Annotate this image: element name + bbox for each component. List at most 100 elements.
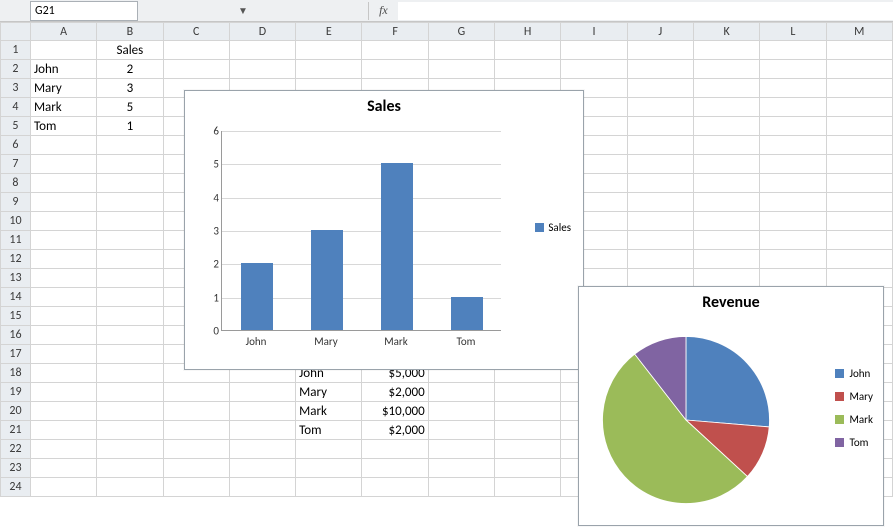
cell-J8[interactable]	[627, 174, 693, 193]
cell-B1[interactable]: Sales	[97, 41, 163, 60]
cell-A13[interactable]	[30, 269, 96, 288]
cell-H24[interactable]	[495, 478, 561, 497]
cell-K2[interactable]	[693, 60, 759, 79]
cell-J5[interactable]	[627, 117, 693, 136]
cell-H23[interactable]	[495, 459, 561, 478]
cell-M9[interactable]	[826, 193, 893, 212]
cell-F23[interactable]	[362, 459, 428, 478]
cell-B11[interactable]	[97, 231, 163, 250]
cell-M10[interactable]	[826, 212, 893, 231]
col-header-D[interactable]: D	[229, 23, 295, 41]
cell-J11[interactable]	[627, 231, 693, 250]
cell-L2[interactable]	[760, 60, 826, 79]
cell-B20[interactable]	[97, 402, 163, 421]
cell-G24[interactable]	[428, 478, 494, 497]
row-header-13[interactable]: 13	[1, 269, 31, 288]
cell-D22[interactable]	[229, 440, 295, 459]
cell-H21[interactable]	[495, 421, 561, 440]
cell-D21[interactable]	[229, 421, 295, 440]
col-header-E[interactable]: E	[296, 23, 362, 41]
cell-B3[interactable]: 3	[97, 79, 163, 98]
cell-A16[interactable]	[30, 326, 96, 345]
cell-L9[interactable]	[760, 193, 826, 212]
cell-F24[interactable]	[362, 478, 428, 497]
cell-J3[interactable]	[627, 79, 693, 98]
cell-J2[interactable]	[627, 60, 693, 79]
cell-J6[interactable]	[627, 136, 693, 155]
cell-B7[interactable]	[97, 155, 163, 174]
cell-L6[interactable]	[760, 136, 826, 155]
col-header-L[interactable]: L	[760, 23, 826, 41]
cell-A3[interactable]: Mary	[30, 79, 96, 98]
cell-D19[interactable]	[229, 383, 295, 402]
row-header-22[interactable]: 22	[1, 440, 31, 459]
row-header-14[interactable]: 14	[1, 288, 31, 307]
row-header-24[interactable]: 24	[1, 478, 31, 497]
row-header-16[interactable]: 16	[1, 326, 31, 345]
cell-A17[interactable]	[30, 345, 96, 364]
cell-K3[interactable]	[693, 79, 759, 98]
cell-K7[interactable]	[693, 155, 759, 174]
cell-B13[interactable]	[97, 269, 163, 288]
chart-revenue-pie[interactable]: Revenue JohnMaryMarkTom	[578, 286, 884, 526]
cell-G2[interactable]	[428, 60, 494, 79]
cell-F1[interactable]	[362, 41, 428, 60]
cell-A23[interactable]	[30, 459, 96, 478]
cell-A8[interactable]	[30, 174, 96, 193]
cell-A14[interactable]	[30, 288, 96, 307]
cell-A19[interactable]	[30, 383, 96, 402]
cell-A2[interactable]: John	[30, 60, 96, 79]
cell-B23[interactable]	[97, 459, 163, 478]
cell-M12[interactable]	[826, 250, 893, 269]
cell-A1[interactable]	[30, 41, 96, 60]
cell-G22[interactable]	[428, 440, 494, 459]
cell-B8[interactable]	[97, 174, 163, 193]
cell-C2[interactable]	[163, 60, 229, 79]
cell-L5[interactable]	[760, 117, 826, 136]
row-header-9[interactable]: 9	[1, 193, 31, 212]
name-box[interactable]: G21	[30, 1, 138, 21]
cell-B5[interactable]: 1	[97, 117, 163, 136]
cell-E1[interactable]	[296, 41, 362, 60]
cell-K9[interactable]	[693, 193, 759, 212]
name-box-dropdown-icon[interactable]: ▼	[238, 4, 248, 17]
row-header-3[interactable]: 3	[1, 79, 31, 98]
cell-B18[interactable]	[97, 364, 163, 383]
col-header-I[interactable]: I	[561, 23, 627, 41]
cell-E20[interactable]: Mark	[296, 402, 362, 421]
fx-icon[interactable]: fx	[368, 2, 392, 20]
row-header-19[interactable]: 19	[1, 383, 31, 402]
row-header-17[interactable]: 17	[1, 345, 31, 364]
cell-L12[interactable]	[760, 250, 826, 269]
cell-M6[interactable]	[826, 136, 893, 155]
row-header-18[interactable]: 18	[1, 364, 31, 383]
cell-I1[interactable]	[561, 41, 627, 60]
cell-A15[interactable]	[30, 307, 96, 326]
cell-C22[interactable]	[163, 440, 229, 459]
cell-K13[interactable]	[693, 269, 759, 288]
cell-F21[interactable]: $2,000	[362, 421, 428, 440]
row-header-23[interactable]: 23	[1, 459, 31, 478]
chart-sales-bar[interactable]: Sales 0123456 JohnMaryMarkTom Sales	[184, 90, 584, 370]
row-header-5[interactable]: 5	[1, 117, 31, 136]
cell-J10[interactable]	[627, 212, 693, 231]
cell-B24[interactable]	[97, 478, 163, 497]
cell-I2[interactable]	[561, 60, 627, 79]
col-header-C[interactable]: C	[163, 23, 229, 41]
cell-M11[interactable]	[826, 231, 893, 250]
row-header-15[interactable]: 15	[1, 307, 31, 326]
cell-B19[interactable]	[97, 383, 163, 402]
cell-H2[interactable]	[495, 60, 561, 79]
cell-C24[interactable]	[163, 478, 229, 497]
cell-B21[interactable]	[97, 421, 163, 440]
cell-E19[interactable]: Mary	[296, 383, 362, 402]
cell-H22[interactable]	[495, 440, 561, 459]
cell-L4[interactable]	[760, 98, 826, 117]
cell-H1[interactable]	[495, 41, 561, 60]
cell-B10[interactable]	[97, 212, 163, 231]
cell-E21[interactable]: Tom	[296, 421, 362, 440]
cell-K5[interactable]	[693, 117, 759, 136]
col-header-H[interactable]: H	[495, 23, 561, 41]
cell-J9[interactable]	[627, 193, 693, 212]
cell-K10[interactable]	[693, 212, 759, 231]
